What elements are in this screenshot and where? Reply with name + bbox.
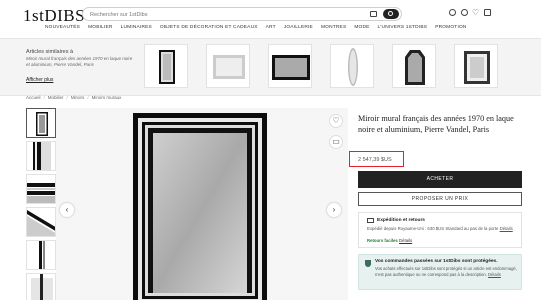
truck-icon: [367, 218, 374, 223]
buyer-protection-panel: Vos commandes passées sur 1stDibs sont p…: [358, 254, 522, 290]
site-logo[interactable]: 1stDIBS: [23, 6, 85, 26]
search-input[interactable]: [90, 9, 360, 20]
globe-icon[interactable]: [461, 9, 468, 16]
breadcrumb-furniture[interactable]: Mobilier: [48, 95, 64, 100]
chevron-right-icon: ›: [332, 205, 336, 214]
mirror-corner-image: [27, 183, 55, 203]
mirror-angle-image: [27, 210, 55, 236]
search-icon: [388, 11, 393, 16]
folder-icon: ▭: [332, 137, 340, 146]
protection-details-link[interactable]: Détails: [488, 272, 501, 277]
shipping-panel: Expédition et retours Expédié depuis Roy…: [358, 212, 522, 248]
mirror-thumbnail: [159, 50, 175, 84]
mirror-image: [36, 112, 48, 136]
account-icon[interactable]: [449, 9, 456, 16]
next-image-button[interactable]: ›: [327, 203, 341, 217]
gallery-thumb-3[interactable]: [26, 174, 56, 204]
breadcrumb-wall-mirrors[interactable]: Miroirs muraux: [92, 95, 122, 100]
returns-label: Retours faciles: [367, 238, 398, 243]
logo-text: 1stDIBS: [23, 6, 86, 25]
nav-item-promotion[interactable]: PROMOTION: [435, 25, 466, 35]
protection-title: Vos commandes passées sur 1stDibs sont p…: [375, 259, 498, 264]
mirror-back-image: [31, 274, 53, 300]
search-button[interactable]: [383, 9, 399, 19]
similar-description: Miroir mural français des années 1970 en…: [26, 56, 133, 67]
nav-item-furniture[interactable]: MOBILIER: [88, 25, 113, 35]
make-offer-button[interactable]: PROPOSER UN PRIX: [358, 192, 522, 206]
mirror-side-image: [39, 241, 45, 269]
mirror-thumbnail: [272, 55, 310, 80]
mirror-detail-image: [33, 142, 51, 170]
shipping-title: Expédition et retours: [377, 218, 425, 223]
nav-item-jewelry[interactable]: JOAILLERIE: [284, 25, 313, 35]
gallery-thumb-2[interactable]: [26, 141, 56, 171]
camera-search-icon[interactable]: [370, 11, 377, 17]
similar-item-3[interactable]: [268, 44, 312, 88]
main-nav: NOUVEAUTÉS MOBILIER LUMINAIRES OBJETS DE…: [45, 25, 495, 35]
gallery-thumb-6[interactable]: [26, 273, 56, 300]
similar-view-all-link[interactable]: Afficher plus: [26, 77, 53, 83]
shipping-text: Expédié depuis Royaume-Uni : 630 $US Sta…: [367, 226, 499, 231]
mirror-main-image: [133, 113, 267, 300]
shipping-description: Expédié depuis Royaume-Uni : 630 $US Sta…: [367, 226, 517, 232]
breadcrumb-home[interactable]: Accueil: [26, 95, 41, 100]
nav-item-watches[interactable]: MONTRES: [321, 25, 346, 35]
mirror-thumbnail: [464, 51, 490, 84]
mirror-thumbnail: [213, 55, 245, 79]
nav-item-new[interactable]: NOUVEAUTÉS: [45, 25, 80, 35]
nav-item-fashion[interactable]: MODE: [354, 25, 369, 35]
nav-item-lighting[interactable]: LUMINAIRES: [121, 25, 152, 35]
shield-icon: [365, 260, 371, 267]
buy-button[interactable]: ACHETER: [358, 171, 522, 188]
heart-icon: ♡: [332, 116, 340, 125]
chevron-left-icon: ‹: [65, 205, 69, 214]
product-title: Miroir mural français des années 1970 en…: [358, 114, 514, 134]
breadcrumb-mirrors[interactable]: Miroirs: [71, 95, 85, 100]
prev-image-button[interactable]: ‹: [60, 203, 74, 217]
mirror-thumbnail: [348, 48, 358, 86]
add-to-folder-button[interactable]: ▭: [329, 135, 343, 149]
similar-item-2[interactable]: [206, 44, 250, 88]
nav-item-art[interactable]: ART: [266, 25, 276, 35]
similar-item-4[interactable]: [330, 44, 374, 88]
search-bar[interactable]: [82, 7, 402, 21]
product-price: 2 547,39 $US: [358, 157, 392, 163]
similar-item-1[interactable]: [144, 44, 188, 88]
gallery-thumb-1[interactable]: [26, 108, 56, 138]
breadcrumb: Accueil / Mobilier / Miroirs / Miroirs mura…: [26, 95, 122, 100]
favorite-button[interactable]: ♡: [329, 114, 343, 128]
similar-title: Articles similaires à: [26, 49, 74, 55]
shopping-bag-icon[interactable]: [484, 9, 491, 16]
returns-details-link[interactable]: Détails: [399, 238, 412, 243]
gallery-thumb-5[interactable]: [26, 240, 56, 270]
nav-item-universe[interactable]: L'UNIVERS 1STDIBS: [378, 25, 428, 35]
gallery-thumb-4[interactable]: [26, 207, 56, 237]
nav-item-decor[interactable]: OBJETS DE DÉCORATION ET CADEAUX: [160, 25, 258, 35]
shipping-details-link[interactable]: Détails: [500, 226, 513, 231]
product-main-image[interactable]: [56, 108, 348, 300]
favorites-heart-icon[interactable]: ♡: [472, 9, 479, 17]
protection-description: Vos achats effectués sur 1stDibs sont pr…: [375, 266, 520, 278]
similar-item-6[interactable]: [454, 44, 498, 88]
returns-line: Retours faciles Détails: [367, 238, 412, 243]
similar-item-5[interactable]: [392, 44, 436, 88]
mirror-thumbnail: [405, 50, 425, 85]
